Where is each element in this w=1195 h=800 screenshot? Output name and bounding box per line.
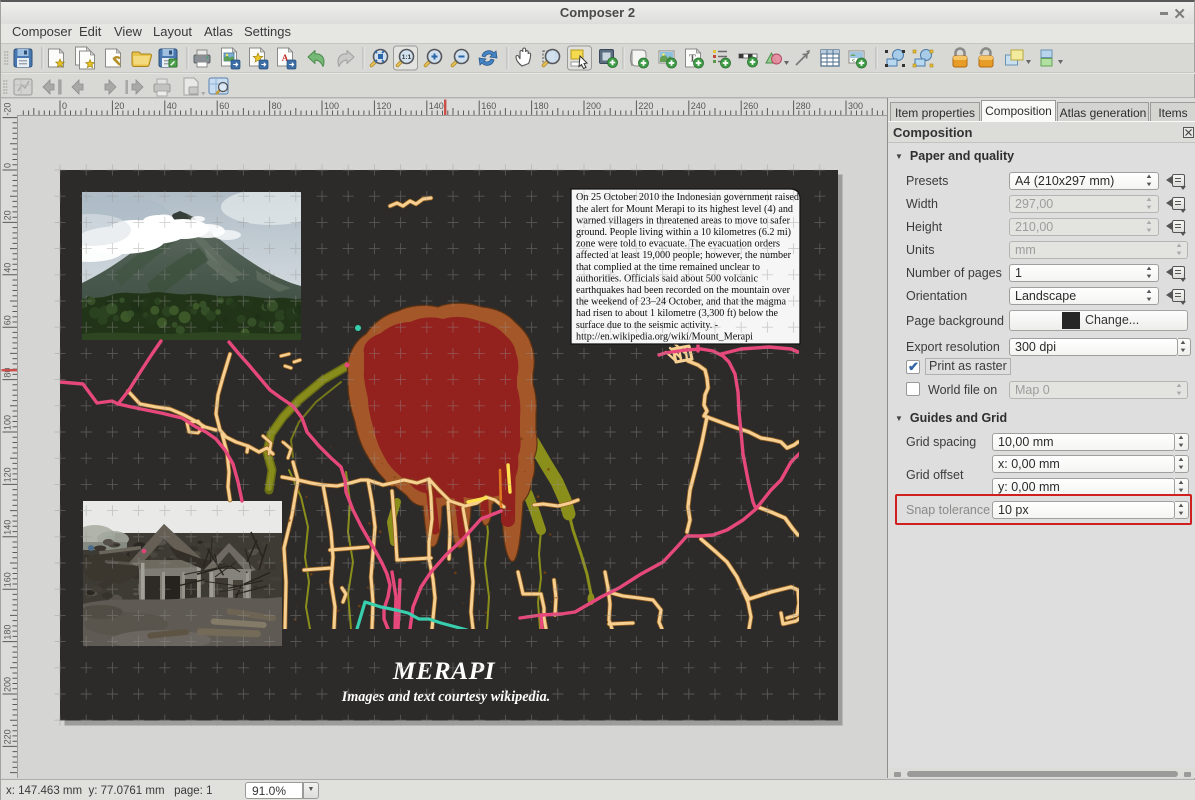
svg-text:warned villagers in threatened: warned villagers in threatened areas to … [576,215,790,226]
svg-text:180: 180 [3,625,13,640]
svg-text:200: 200 [586,101,601,111]
svg-text:180: 180 [534,101,549,111]
svg-text:300: 300 [848,101,863,111]
svg-text:120: 120 [3,467,13,482]
svg-text:0: 0 [3,163,13,168]
svg-text:280: 280 [796,101,811,111]
svg-text:60: 60 [3,315,13,325]
svg-text:0: 0 [62,101,67,111]
svg-text:the weekend of 23–24 October,: the weekend of 23–24 October, and that t… [576,297,786,308]
svg-text:zone were told to evacuate. Th: zone were told to evacuate. The evacuati… [576,239,780,250]
svg-text:20: 20 [3,210,13,220]
svg-text:260: 260 [743,101,758,111]
svg-text:220: 220 [638,101,653,111]
svg-text:the alert for Mount Merapi to: the alert for Mount Merapi to its highes… [576,204,794,215]
svg-text:120: 120 [376,101,391,111]
svg-text:http://en.wikipedia.org/wiki/M: http://en.wikipedia.org/wiki/Mount_Merap… [576,331,753,342]
svg-text:100: 100 [3,415,13,430]
svg-text:60: 60 [219,101,229,111]
svg-text:200: 200 [3,677,13,692]
svg-text:earthquakes had been recorded: earthquakes had been recorded on the mou… [576,285,790,296]
svg-text:that complied at the time rema: that complied at the time remained uncle… [576,262,760,273]
svg-text:160: 160 [481,101,496,111]
svg-text:20: 20 [114,101,124,111]
svg-text:surface due to the seismic act: surface due to the seismic activity. - [576,320,718,331]
svg-text:40: 40 [167,101,177,111]
svg-text:ground. People living within a: ground. People living within a 10 kilome… [576,227,791,238]
svg-text:1:1: 1:1 [402,54,412,61]
svg-text:140: 140 [3,520,13,535]
svg-text:Images and text courtesy wikip: Images and text courtesy wikipedia. [341,689,550,705]
svg-text:160: 160 [3,572,13,587]
svg-text:affected at least 19,000 peopl: affected at least 19,000 people; however… [576,250,791,261]
svg-text:had risen to about 1 kilometre: had risen to about 1 kilometre (3,300 ft… [576,308,778,319]
svg-text:100: 100 [324,101,339,111]
svg-text:140: 140 [429,101,444,111]
svg-text:40: 40 [3,263,13,273]
svg-text:240: 240 [691,101,706,111]
svg-text:220: 220 [3,729,13,744]
svg-text:MERAPI: MERAPI [392,656,496,685]
svg-text:On 25 October 2010 the Indones: On 25 October 2010 the Indonesian govern… [576,192,800,203]
svg-text:-20: -20 [3,103,13,116]
svg-text:80: 80 [272,101,282,111]
